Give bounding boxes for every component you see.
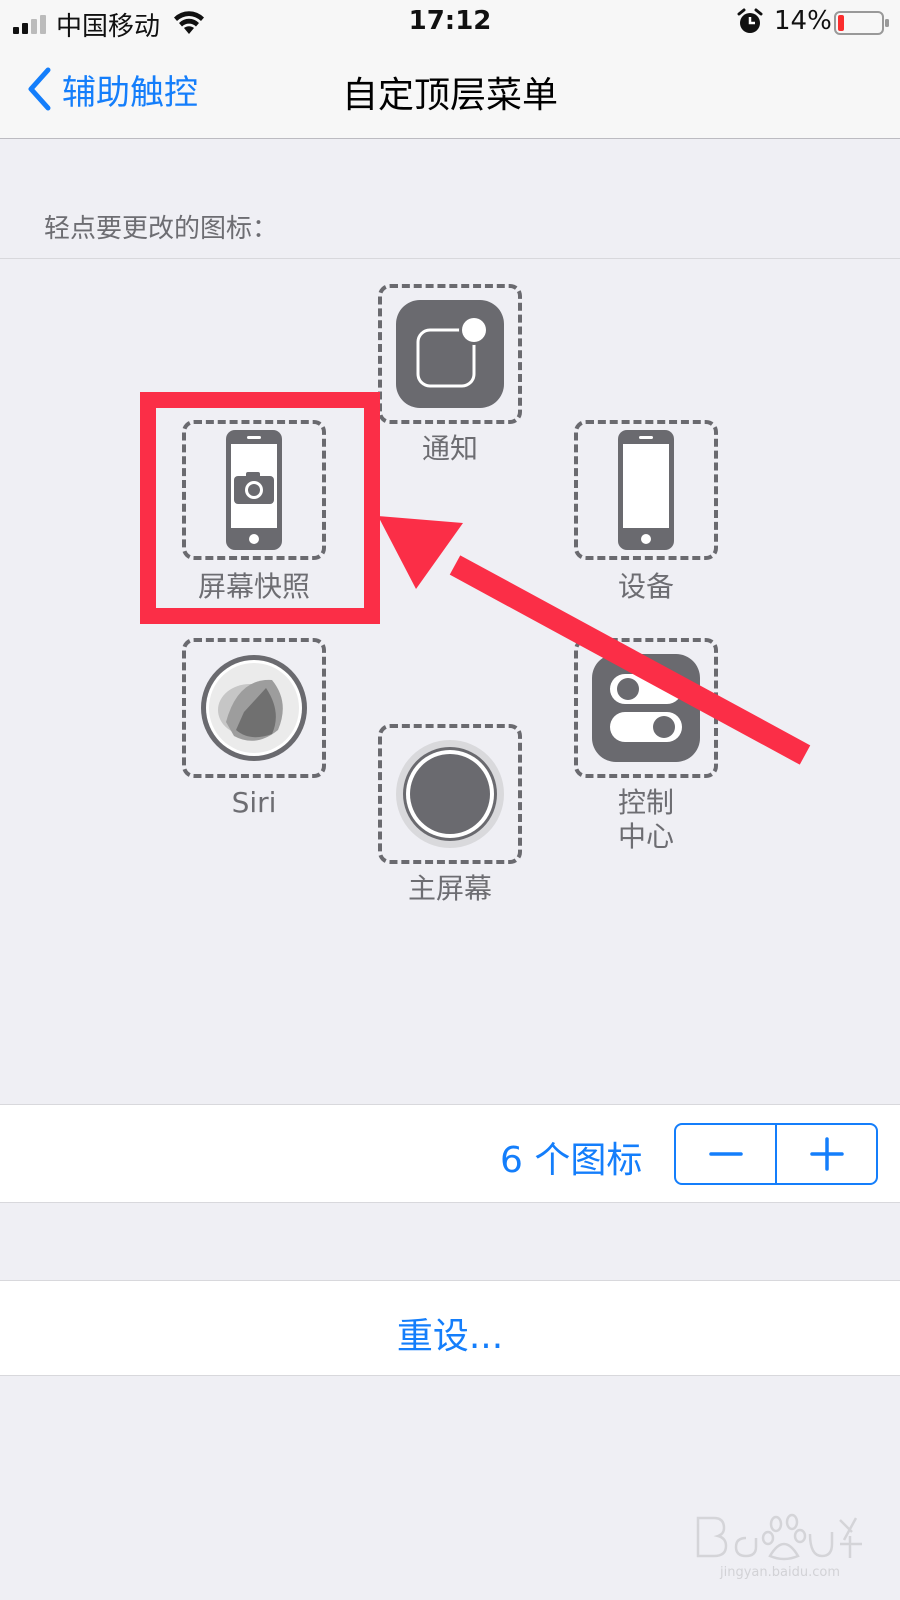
- svg-text:jingyan.baidu.com: jingyan.baidu.com: [719, 1565, 840, 1580]
- icon-count-stepper[interactable]: [674, 1123, 878, 1185]
- page-title: 自定顶层菜单: [341, 75, 558, 116]
- menu-slot-notification[interactable]: [378, 284, 522, 424]
- increment-button[interactable]: [775, 1125, 876, 1183]
- menu-slot-siri[interactable]: [182, 638, 326, 778]
- divider: [0, 258, 900, 259]
- battery-percent: 14%: [774, 6, 832, 36]
- icon-count-row: 6 个图标: [0, 1104, 900, 1203]
- section-hint: 轻点要更改的图标：: [44, 214, 279, 244]
- battery-icon: [834, 11, 889, 35]
- annotation-highlight-box: [140, 392, 380, 624]
- notification-icon: [396, 300, 504, 408]
- baidu-watermark-logo: jingyan.baidu.com: [696, 1513, 862, 1580]
- minus-icon: [708, 1152, 743, 1156]
- icon-count-label: 6 个图标: [500, 1140, 643, 1181]
- alarm-icon: [737, 8, 763, 33]
- screen: 中国移动 17:12 14% 辅助触控 自定顶层菜单 轻点要更改的图标： 通知 …: [0, 0, 900, 1600]
- reset-row[interactable]: 重设...: [0, 1280, 900, 1376]
- status-time: 17:12: [408, 6, 492, 36]
- reset-button[interactable]: 重设...: [0, 1307, 900, 1359]
- status-bar: 中国移动 17:12 14%: [0, 0, 900, 44]
- menu-label-siri: Siri: [231, 786, 277, 819]
- annotation-arrow-icon: [378, 516, 811, 765]
- decrement-button[interactable]: [676, 1125, 775, 1183]
- plus-icon: [809, 1137, 844, 1171]
- menu-label-notification: 通知: [421, 432, 478, 465]
- navigation-bar: 辅助触控 自定顶层菜单: [0, 44, 900, 139]
- menu-label-control-center-line2: 中心: [617, 820, 674, 853]
- siri-icon: [201, 655, 307, 761]
- menu-label-home: 主屏幕: [407, 872, 492, 905]
